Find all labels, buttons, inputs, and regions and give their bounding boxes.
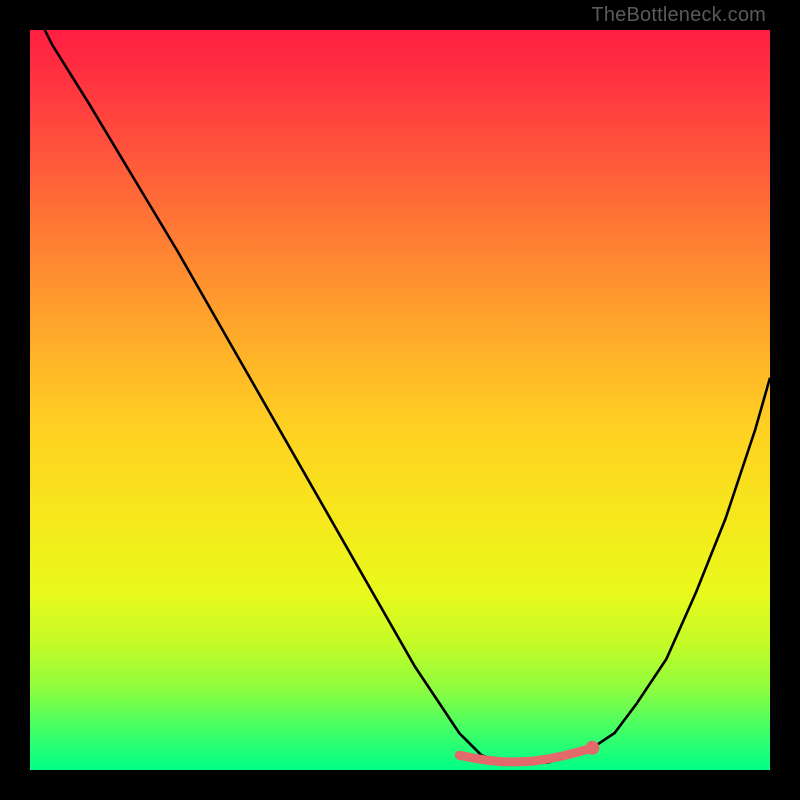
- watermark-text: TheBottleneck.com: [591, 4, 766, 27]
- plot-area: [30, 30, 770, 770]
- flat-marker-line: [459, 748, 592, 762]
- curve-layer: [30, 30, 770, 770]
- marker-dot: [585, 741, 599, 755]
- bottleneck-curve: [30, 30, 770, 763]
- chart-stage: TheBottleneck.com: [0, 0, 800, 800]
